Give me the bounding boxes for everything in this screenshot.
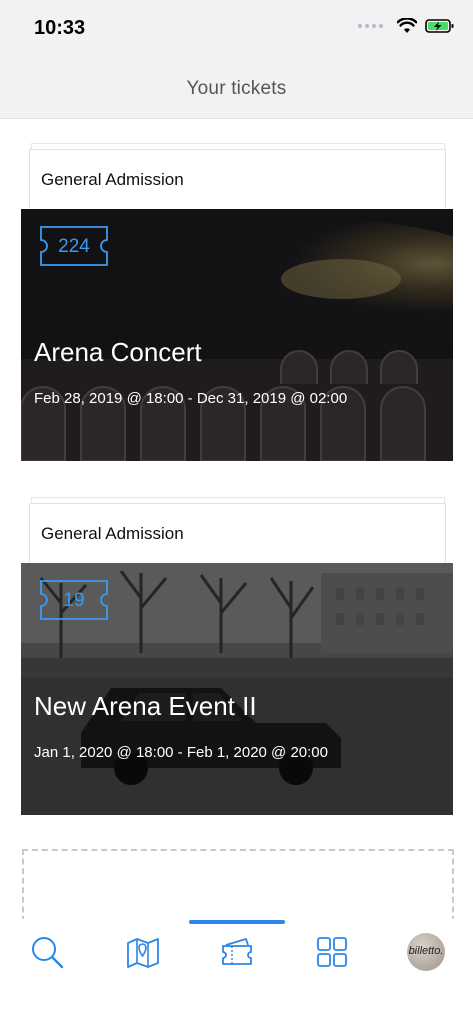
map-icon bbox=[127, 938, 159, 968]
event-title: Arena Concert bbox=[34, 337, 202, 367]
wifi-icon bbox=[397, 18, 417, 33]
tab-tickets[interactable] bbox=[220, 935, 256, 971]
tab-bar bbox=[0, 919, 473, 1024]
profile-avatar[interactable]: billetto. bbox=[407, 933, 445, 971]
search-icon bbox=[32, 937, 64, 969]
signal-dots-icon bbox=[358, 24, 383, 28]
tab-search[interactable] bbox=[30, 935, 66, 971]
nav-header: Your tickets bbox=[0, 56, 473, 119]
ticket-count: 19 bbox=[63, 590, 85, 611]
event-dates: Feb 28, 2019 @ 18:00 - Dec 31, 2019 @ 02… bbox=[34, 390, 348, 407]
add-ticket-placeholder[interactable] bbox=[22, 849, 454, 919]
admission-card[interactable]: General Admission bbox=[29, 149, 446, 210]
ticket-list[interactable]: General Admission 224 Arena Concert Feb … bbox=[0, 119, 473, 919]
ticket-count-badge: 224 bbox=[40, 226, 108, 266]
admission-label: General Admission bbox=[41, 170, 184, 189]
event-title: New Arena Event II bbox=[34, 691, 257, 721]
tickets-icon bbox=[222, 938, 252, 965]
active-tab-indicator bbox=[189, 920, 285, 924]
status-time: 10:33 bbox=[34, 17, 86, 39]
event-card[interactable]: 224 Arena Concert Feb 28, 2019 @ 18:00 -… bbox=[21, 209, 453, 461]
admission-card[interactable]: General Admission bbox=[29, 503, 446, 564]
ticket-count: 224 bbox=[58, 236, 90, 257]
tab-map[interactable] bbox=[126, 935, 162, 971]
admission-label: General Admission bbox=[41, 524, 184, 543]
event-card[interactable]: 19 New Arena Event II Jan 1, 2020 @ 18:0… bbox=[21, 563, 453, 815]
battery-charging-icon bbox=[425, 19, 454, 33]
avatar-logo-text: billetto. bbox=[408, 945, 444, 957]
tab-categories[interactable] bbox=[315, 935, 351, 971]
status-icons bbox=[358, 18, 455, 34]
grid-icon bbox=[317, 937, 347, 967]
ticket-count-badge: 19 bbox=[40, 580, 108, 620]
page-title: Your tickets bbox=[186, 78, 287, 99]
event-dates: Jan 1, 2020 @ 18:00 - Feb 1, 2020 @ 20:0… bbox=[34, 744, 328, 761]
status-bar: 10:33 bbox=[0, 0, 473, 56]
